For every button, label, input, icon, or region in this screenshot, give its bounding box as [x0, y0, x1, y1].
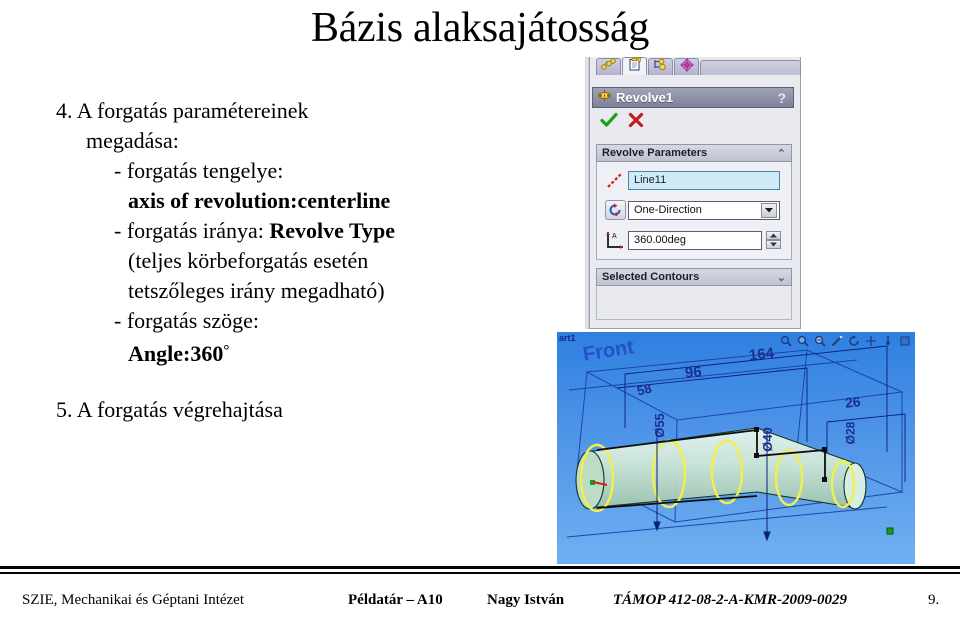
- axis-input[interactable]: Line11: [628, 170, 780, 190]
- body-line-5-plain: - forgatás iránya:: [114, 218, 270, 243]
- angle-stepper: [766, 231, 781, 249]
- angle-value: Angle:360: [128, 341, 224, 366]
- svg-text:A: A: [612, 233, 617, 240]
- revolve-direction-icon-button[interactable]: [602, 198, 628, 222]
- revolve-parameters-group-header[interactable]: Revolve Parameters ⌃: [596, 144, 792, 162]
- footer-rule-top: [0, 566, 960, 569]
- clipboard-icon: [628, 57, 642, 76]
- revolve-direction-icon: [604, 200, 626, 220]
- view-toolbar: [780, 334, 911, 352]
- feature-manager-tab[interactable]: [596, 58, 621, 75]
- dimension-d40: Ø40: [759, 427, 775, 452]
- chevron-down-icon[interactable]: [761, 202, 777, 218]
- dimxpert-diamond-icon: [679, 57, 694, 77]
- body-line-9: Angle:360°: [56, 336, 536, 369]
- degree-symbol: °: [223, 343, 230, 359]
- body-line-5: - forgatás iránya: Revolve Type: [56, 216, 536, 246]
- body-line-1: 4. A forgatás paramétereinek: [56, 98, 309, 123]
- cad-viewport[interactable]: 164 96 58 Ø55 26 Ø40 Ø28 art1 Front: [557, 332, 915, 564]
- property-manager-titlebar: Revolve1 ?: [592, 87, 794, 108]
- footer-rule-bottom: [0, 572, 960, 574]
- dimension-96: 96: [684, 363, 703, 382]
- revolve-type-select[interactable]: One-Direction: [628, 200, 780, 220]
- selected-contours-group-header[interactable]: Selected Contours ⌄: [596, 268, 792, 286]
- panel-splitter-handle[interactable]: [585, 57, 590, 329]
- slide-canvas: Bázis alaksajátosság 4. A forgatás param…: [0, 0, 960, 618]
- zoom-to-area-icon[interactable]: [797, 334, 809, 352]
- property-manager-tab[interactable]: [622, 57, 647, 75]
- dimension-164: 164: [748, 344, 775, 365]
- property-manager-action-bar: [596, 112, 792, 132]
- footer-author: Nagy István: [487, 591, 565, 608]
- zoom-in-out-icon[interactable]: [814, 334, 826, 352]
- footer-project: TÁMOP 412-08-2-A-KMR-2009-0029: [613, 591, 848, 608]
- revolve-type-row: One-Direction: [602, 198, 788, 222]
- dimension-d55: Ø55: [651, 413, 667, 438]
- red-x-icon[interactable]: [628, 112, 644, 133]
- chevron-up-icon[interactable]: ⌃: [777, 147, 786, 160]
- body-line-6: (teljes körbeforgatás esetén: [128, 248, 369, 273]
- axis-of-revolution-row: Line11: [602, 168, 788, 192]
- angle-input[interactable]: 360.00deg: [628, 230, 762, 250]
- dimension-26: 26: [844, 393, 862, 411]
- cad-model-graphics: [566, 345, 906, 542]
- stepper-up-button[interactable]: [766, 231, 781, 240]
- footer-institute: SZIE, Mechanikai és Géptani Intézet: [22, 591, 244, 608]
- rotate-view-icon[interactable]: [848, 334, 860, 352]
- body-line-3: - forgatás tengelye:: [114, 158, 284, 183]
- page-title: Bázis alaksajátosság: [310, 5, 650, 51]
- body-line-4: axis of revolution:centerline: [128, 188, 391, 213]
- view-orientation-icon[interactable]: [882, 334, 894, 352]
- dimension-d28: Ø28: [843, 421, 858, 445]
- body-line-8: - forgatás szöge:: [114, 308, 259, 333]
- body-line-2: megadása:: [86, 128, 179, 153]
- pan-icon[interactable]: [865, 334, 877, 352]
- footer-book: Példatár – A10: [348, 591, 443, 608]
- display-style-icon[interactable]: [899, 334, 911, 352]
- chevron-down-icon-contours[interactable]: ⌄: [777, 271, 786, 284]
- selected-contours-label: Selected Contours: [602, 271, 700, 283]
- help-button[interactable]: ?: [777, 90, 789, 106]
- axis-of-revolution-icon: [602, 168, 628, 192]
- manager-tab-strip: [596, 57, 801, 75]
- slide-body-text: 4. A forgatás paramétereinek megadása: -…: [56, 96, 536, 425]
- feature-tree-icon: [601, 58, 616, 76]
- section-view-icon[interactable]: [831, 334, 843, 352]
- page-number: 9.: [928, 591, 940, 608]
- property-manager-title: Revolve1: [616, 90, 674, 105]
- angle-dimension-icon: A: [602, 228, 628, 252]
- part-name-label: art1: [559, 333, 576, 343]
- revolve-feature-icon: [597, 89, 612, 107]
- revolve-parameters-label: Revolve Parameters: [602, 147, 708, 159]
- angle-row: A 360.00deg: [602, 228, 788, 252]
- configuration-icon: [653, 58, 668, 76]
- selected-contours-group-body: [596, 286, 792, 320]
- body-line-7: tetszőleges irány megadható): [128, 278, 385, 303]
- configuration-manager-tab[interactable]: [648, 58, 673, 75]
- revolve-type-value: One-Direction: [634, 204, 702, 216]
- tab-strip-filler: [700, 60, 801, 75]
- zoom-to-fit-icon[interactable]: [780, 334, 792, 352]
- body-line-5-bold: Revolve Type: [269, 218, 396, 243]
- body-line-10: 5. A forgatás végrehajtása: [56, 397, 283, 422]
- stepper-down-button[interactable]: [766, 240, 781, 249]
- footer: SZIE, Mechanikai és Géptani Intézet Péld…: [0, 582, 960, 618]
- dimxpert-manager-tab[interactable]: [674, 57, 699, 77]
- green-check-icon[interactable]: [600, 112, 618, 133]
